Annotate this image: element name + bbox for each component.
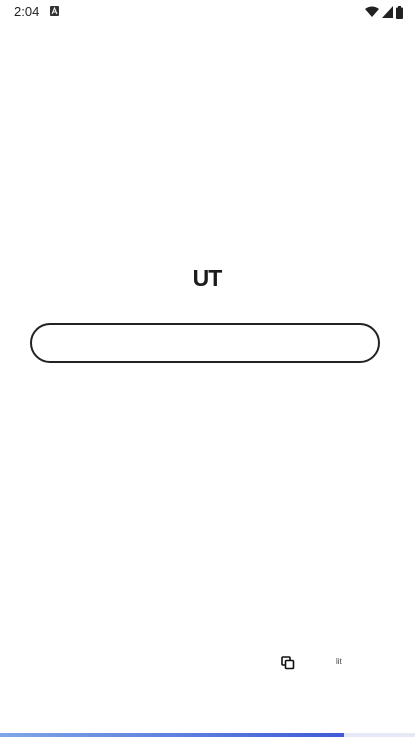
wifi-icon	[365, 6, 379, 17]
main-input[interactable]	[30, 323, 380, 363]
screen: 2:04 UT UT lit	[0, 0, 415, 737]
small-label[interactable]: lit	[336, 657, 342, 666]
progress-bar	[0, 733, 415, 737]
status-time: 2:04	[14, 4, 40, 19]
progress-fill	[0, 733, 345, 737]
app-logo: UT	[193, 266, 224, 290]
status-bar: 2:04	[0, 0, 415, 24]
cell-signal-icon	[382, 6, 393, 18]
a-box-icon	[50, 6, 59, 16]
svg-text:UT: UT	[193, 266, 223, 290]
status-icons	[365, 5, 403, 19]
copy-icon[interactable]	[281, 656, 295, 670]
battery-icon	[396, 5, 403, 19]
